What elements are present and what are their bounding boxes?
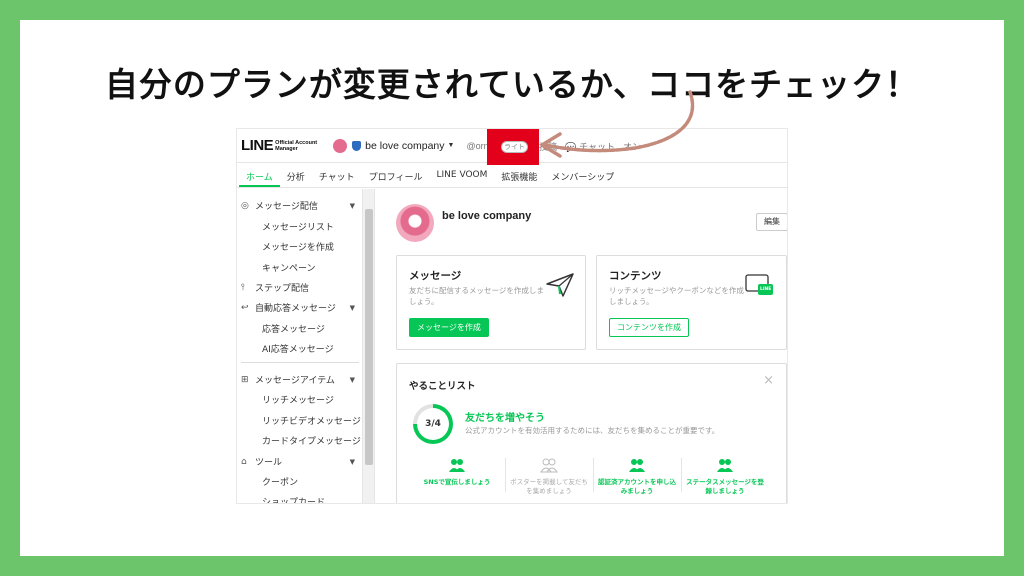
sidebar-item-message-list[interactable]: メッセージリスト (262, 220, 334, 233)
logo-sub-line2: Manager (275, 145, 298, 152)
online-link[interactable]: オン (623, 140, 641, 153)
main-content: be love company 編集 メッセージ 友だちに配信するメッセージを作… (376, 189, 787, 503)
friends-icon (629, 459, 645, 472)
post-link[interactable]: 投稿 (539, 140, 557, 153)
sidebar-item-shop-card[interactable]: ショップカード (262, 495, 325, 503)
account-name: be love company (365, 139, 445, 152)
line-badge: LINE (760, 287, 772, 292)
message-item-icon: ⊞ (241, 374, 249, 385)
screenshot-frame: LINE Official Account Manager be love co… (236, 128, 788, 504)
progress-label: 3/4 (417, 408, 449, 440)
logo-sub: Official Account Manager (275, 140, 317, 152)
step-label-2: みましょう (620, 487, 654, 495)
sidebar-section-step-delivery[interactable]: ⫯ ステップ配信 (241, 281, 359, 295)
step-label: 認証済アカウントを申し込 (598, 478, 676, 486)
tab-membership[interactable]: メンバーシップ (544, 164, 621, 187)
headline: 自分のプランが変更されているか、ココをチェック！ (104, 65, 920, 104)
friends-icon (449, 459, 465, 472)
sidebar-section-label: ツール (255, 458, 283, 468)
content-card: コンテンツ リッチメッセージやクーポンなどを作成しましょう。 LINE コンテン… (596, 255, 787, 350)
close-icon[interactable]: × (763, 373, 774, 388)
sidebar-section-label: 自動応答メッセージ (255, 304, 336, 314)
create-content-button[interactable]: コンテンツを作成 (609, 318, 689, 337)
paper-plane-icon (546, 273, 574, 297)
sidebar-item-card-type[interactable]: カードタイプメッセージ (262, 434, 361, 447)
account-avatar-icon (333, 138, 348, 153)
broadcast-icon: ◎ (241, 200, 249, 211)
friends-icon (540, 458, 558, 473)
tab-chat[interactable]: チャット (312, 164, 362, 187)
sidebar-item-rich-video[interactable]: リッチビデオメッセージ (262, 414, 361, 427)
caret-down-icon: ▼ (447, 142, 455, 149)
todo-subtitle: 公式アカウントを有効活用するためには、友だちを集めることが重要です。 (465, 426, 720, 435)
step-poster[interactable]: ポスターを掲載して友だち を集めましょう (505, 458, 593, 496)
tab-profile[interactable]: プロフィール (362, 164, 430, 187)
progress-ring: 3/4 (413, 404, 453, 444)
sidebar-divider (241, 362, 359, 363)
step-status-message[interactable]: ステータスメッセージを登 録しましょう (681, 458, 769, 496)
chevron-down-icon: ▼ (349, 303, 355, 312)
sidebar-section-message-items[interactable]: ⊞ メッセージアイテム ▼ (241, 373, 359, 387)
todo-card: やることリスト × 3/4 友だちを増やそう 公式アカウントを有効活用するために… (396, 363, 787, 503)
sidebar-section-label: メッセージアイテム (255, 376, 335, 386)
tab-extensions[interactable]: 拡張機能 (494, 164, 544, 187)
tab-line-voom[interactable]: LINE VOOM (430, 164, 495, 187)
account-switcher[interactable]: be love company ▼ @orm7840 (333, 138, 511, 153)
message-card-title: メッセージ (409, 270, 462, 282)
step-label: SNSで宣伝しましょう (423, 478, 491, 486)
sidebar-item-reply-message[interactable]: 応答メッセージ (262, 322, 325, 335)
tools-icon: ⌂ (241, 456, 247, 467)
content-card-title: コンテンツ (609, 270, 662, 282)
step-label: ポスターを掲載して友だち (510, 478, 588, 486)
sidebar-item-campaign[interactable]: キャンペーン (262, 261, 316, 274)
tab-analytics[interactable]: 分析 (280, 164, 312, 187)
chat-link-label: チャット (579, 143, 616, 153)
sidebar-item-ai-reply[interactable]: AI応答メッセージ (262, 342, 334, 355)
sidebar-item-rich-message[interactable]: リッチメッセージ (262, 393, 334, 406)
message-card-desc: 友だちに配信するメッセージを作成しましょう。 (409, 286, 544, 306)
message-card: メッセージ 友だちに配信するメッセージを作成しましょう。 メッセージを作成 (396, 255, 586, 350)
brand-name: be love company (442, 210, 532, 222)
chevron-down-icon: ▼ (349, 457, 355, 466)
chevron-down-icon: ▼ (349, 375, 355, 384)
main-nav: ホーム 分析 チャット プロフィール LINE VOOM 拡張機能 メンバーシッ… (237, 164, 787, 188)
sidebar-section-label: ステップ配信 (255, 284, 310, 294)
tab-home[interactable]: ホーム (239, 164, 280, 187)
step-icon: ⫯ (241, 282, 245, 293)
step-label-2: 録しましょう (705, 487, 745, 495)
sidebar: ◎ メッセージ配信 ▼ メッセージリスト メッセージを作成 キャンペーン ⫯ ス… (237, 189, 363, 503)
sidebar-scrollbar[interactable] (363, 189, 375, 503)
brand-logo-icon (396, 204, 434, 242)
friends-icon (717, 459, 733, 472)
reply-icon: ↩ (241, 302, 249, 313)
step-label: ステータスメッセージを登 (686, 478, 764, 486)
create-message-button[interactable]: メッセージを作成 (409, 318, 489, 337)
sidebar-item-coupon[interactable]: クーポン (262, 475, 298, 488)
edit-button[interactable]: 編集 (756, 213, 787, 231)
verified-shield-icon (352, 140, 362, 151)
chat-link[interactable]: 💬 チャット (565, 140, 615, 153)
chevron-down-icon: ▼ (349, 201, 355, 210)
step-verified[interactable]: 認証済アカウントを申し込 みましょう (593, 458, 681, 496)
sidebar-item-create-message[interactable]: メッセージを作成 (262, 240, 334, 253)
sidebar-section-auto-reply[interactable]: ↩ 自動応答メッセージ ▼ (241, 301, 359, 315)
sidebar-section-tools[interactable]: ⌂ ツール ▼ (241, 455, 359, 469)
todo-title: やることリスト (409, 381, 476, 392)
plan-badge[interactable]: ライト (501, 141, 528, 153)
content-card-desc: リッチメッセージやクーポンなどを作成しましょう。 (609, 286, 744, 306)
todo-heading: 友だちを増やそう (465, 413, 545, 424)
sidebar-section-label: メッセージ配信 (255, 202, 318, 212)
scrollbar-thumb[interactable] (365, 209, 373, 465)
step-sns[interactable]: SNSで宣伝しましょう (413, 458, 501, 487)
step-label-2: を集めましょう (526, 487, 572, 495)
top-right-menu: 投稿 💬 チャット オン (539, 140, 641, 153)
sidebar-section-message-delivery[interactable]: ◎ メッセージ配信 ▼ (241, 199, 359, 213)
line-logo[interactable]: LINE Official Account Manager (241, 137, 317, 154)
logo-main: LINE (241, 137, 274, 154)
